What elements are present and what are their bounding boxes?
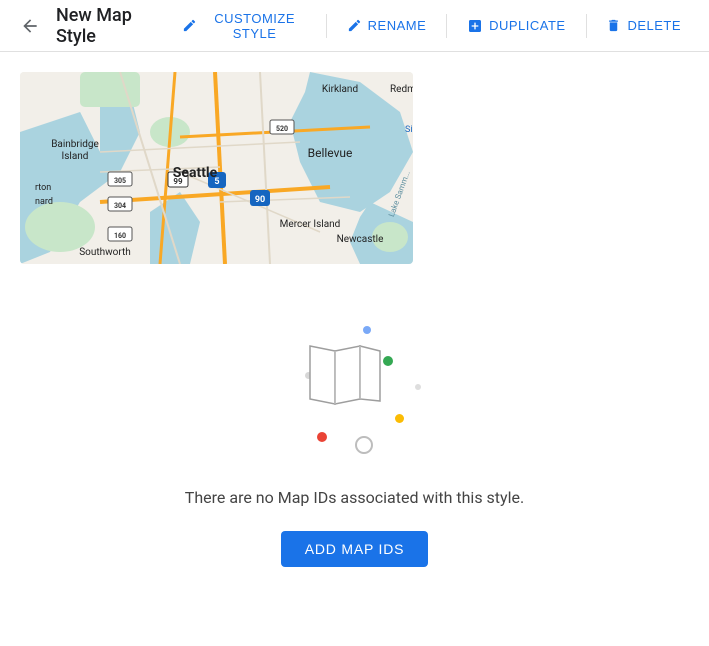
main-content: 5 99 90 520 305 304 160 Seattle Bellevue… [0, 52, 709, 627]
empty-message: There are no Map IDs associated with thi… [185, 488, 524, 507]
back-button[interactable] [16, 12, 44, 40]
svg-text:305: 305 [114, 177, 126, 185]
svg-text:Kirkland: Kirkland [322, 84, 358, 95]
svg-text:Mercer Island: Mercer Island [280, 219, 341, 230]
svg-text:Bainbridge: Bainbridge [51, 139, 99, 150]
dot-blue-top [363, 326, 371, 334]
toolbar-actions: CUSTOMIZE STYLE RENAME DUPLICATE [170, 3, 693, 49]
divider-2 [446, 14, 447, 38]
map-illustration [275, 304, 435, 464]
delete-icon [606, 18, 621, 33]
svg-text:Newcastle: Newcastle [337, 234, 384, 245]
dot-yellow [395, 414, 404, 423]
svg-text:90: 90 [255, 195, 265, 205]
svg-text:nard: nard [35, 197, 53, 207]
customize-icon [182, 18, 197, 33]
rename-icon [347, 18, 362, 33]
svg-text:Seattle: Seattle [173, 165, 218, 181]
customize-style-button[interactable]: CUSTOMIZE STYLE [170, 3, 317, 49]
duplicate-icon [467, 18, 483, 34]
dot-gray-right [415, 384, 421, 390]
rename-button[interactable]: RENAME [335, 10, 439, 41]
add-map-ids-button[interactable]: ADD MAP IDS [281, 531, 429, 567]
svg-text:Bellevue: Bellevue [308, 146, 353, 160]
customize-label: CUSTOMIZE STYLE [203, 11, 305, 41]
svg-text:Southworth: Southworth [79, 247, 131, 258]
svg-text:160: 160 [114, 232, 126, 240]
svg-text:304: 304 [114, 202, 126, 210]
divider-3 [586, 14, 587, 38]
rename-label: RENAME [368, 18, 427, 33]
divider-1 [326, 14, 327, 38]
duplicate-button[interactable]: DUPLICATE [455, 10, 578, 42]
duplicate-label: DUPLICATE [489, 18, 566, 33]
toolbar: New Map Style CUSTOMIZE STYLE RENAME [0, 0, 709, 52]
dot-circle-outline [355, 436, 373, 454]
delete-label: DELETE [627, 18, 681, 33]
empty-state: There are no Map IDs associated with thi… [20, 304, 689, 607]
svg-text:520: 520 [276, 125, 288, 133]
svg-text:rton: rton [35, 183, 51, 193]
svg-text:Island: Island [62, 151, 89, 162]
svg-text:Redmond: Redmond [390, 84, 413, 95]
dot-red [317, 432, 327, 442]
map-preview: 5 99 90 520 305 304 160 Seattle Bellevue… [20, 72, 413, 264]
svg-text:Si: Si [405, 125, 413, 135]
folded-map-icon [305, 336, 385, 416]
page-title: New Map Style [56, 5, 170, 47]
delete-button[interactable]: DELETE [594, 10, 693, 41]
